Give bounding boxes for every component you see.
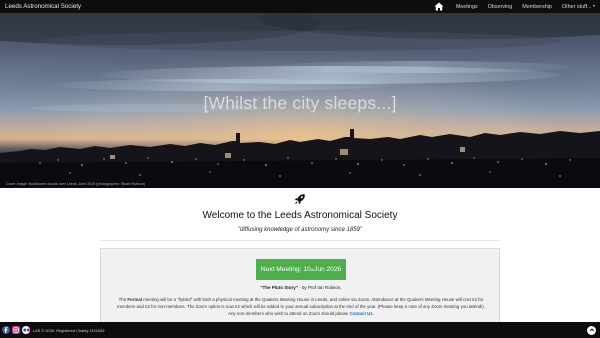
footer: LAS © 2026. Registered Charity 1101539: [0, 322, 600, 338]
welcome-heading: Welcome to the Leeds Astronomical Societ…: [202, 210, 398, 221]
next-meeting-button-prefix: Next Meeting: 10: [260, 266, 311, 273]
hero-image-credit: Cover Image: Noctilucent clouds over Lee…: [6, 182, 146, 186]
nav-item-other-stuff[interactable]: Other stuff...: [557, 4, 600, 10]
talk-description: "The Pluto Story" - by Prof Ian Robson.: [101, 285, 501, 290]
top-navbar: Leeds Astronomical Society Meetings Obse…: [0, 0, 600, 13]
next-meeting-button[interactable]: Next Meeting: 10th Jun 2026: [256, 259, 346, 280]
meeting-info-text: The Formal meeting will be a "hybrid" wi…: [115, 296, 487, 317]
flickr-icon[interactable]: [22, 326, 30, 334]
hero-banner: [Whilst the city sleeps...] Cover Image:…: [0, 13, 600, 188]
next-meeting-button-suffix: Jun 2026: [314, 266, 342, 273]
info-bold: Formal: [127, 297, 143, 302]
divider: [100, 240, 500, 241]
talk-speaker: - by Prof Ian Robson.: [297, 285, 342, 290]
footer-copyright: LAS © 2026. Registered Charity 1101539: [33, 327, 105, 333]
instagram-icon[interactable]: [12, 326, 20, 334]
nav-item-other-stuff-label: Other stuff...: [561, 3, 592, 10]
rocket-icon: [293, 192, 307, 206]
info-end: .: [372, 311, 374, 316]
contact-us-link[interactable]: Contact Us: [350, 311, 373, 316]
caret-down-icon: [593, 4, 595, 7]
home-icon[interactable]: [433, 0, 445, 13]
talk-title: "The Pluto Story": [260, 285, 298, 290]
chevron-up-icon[interactable]: [587, 325, 596, 335]
nav-item-membership[interactable]: Membership: [517, 4, 557, 10]
next-meeting-panel: Next Meeting: 10th Jun 2026 "The Pluto S…: [100, 248, 500, 328]
nav-menu: Meetings Observing Membership Other stuf…: [433, 0, 600, 13]
facebook-icon[interactable]: [2, 326, 10, 334]
nav-item-observing[interactable]: Observing: [483, 4, 518, 10]
nav-item-meetings[interactable]: Meetings: [451, 4, 483, 10]
site-brand[interactable]: Leeds Astronomical Society: [5, 3, 81, 10]
info-body: meeting will be a "hybrid" with both a p…: [117, 297, 485, 316]
society-motto: "diffusing knowledge of astronomy since …: [238, 227, 362, 233]
hero-headline: [Whilst the city sleeps...]: [203, 93, 397, 113]
